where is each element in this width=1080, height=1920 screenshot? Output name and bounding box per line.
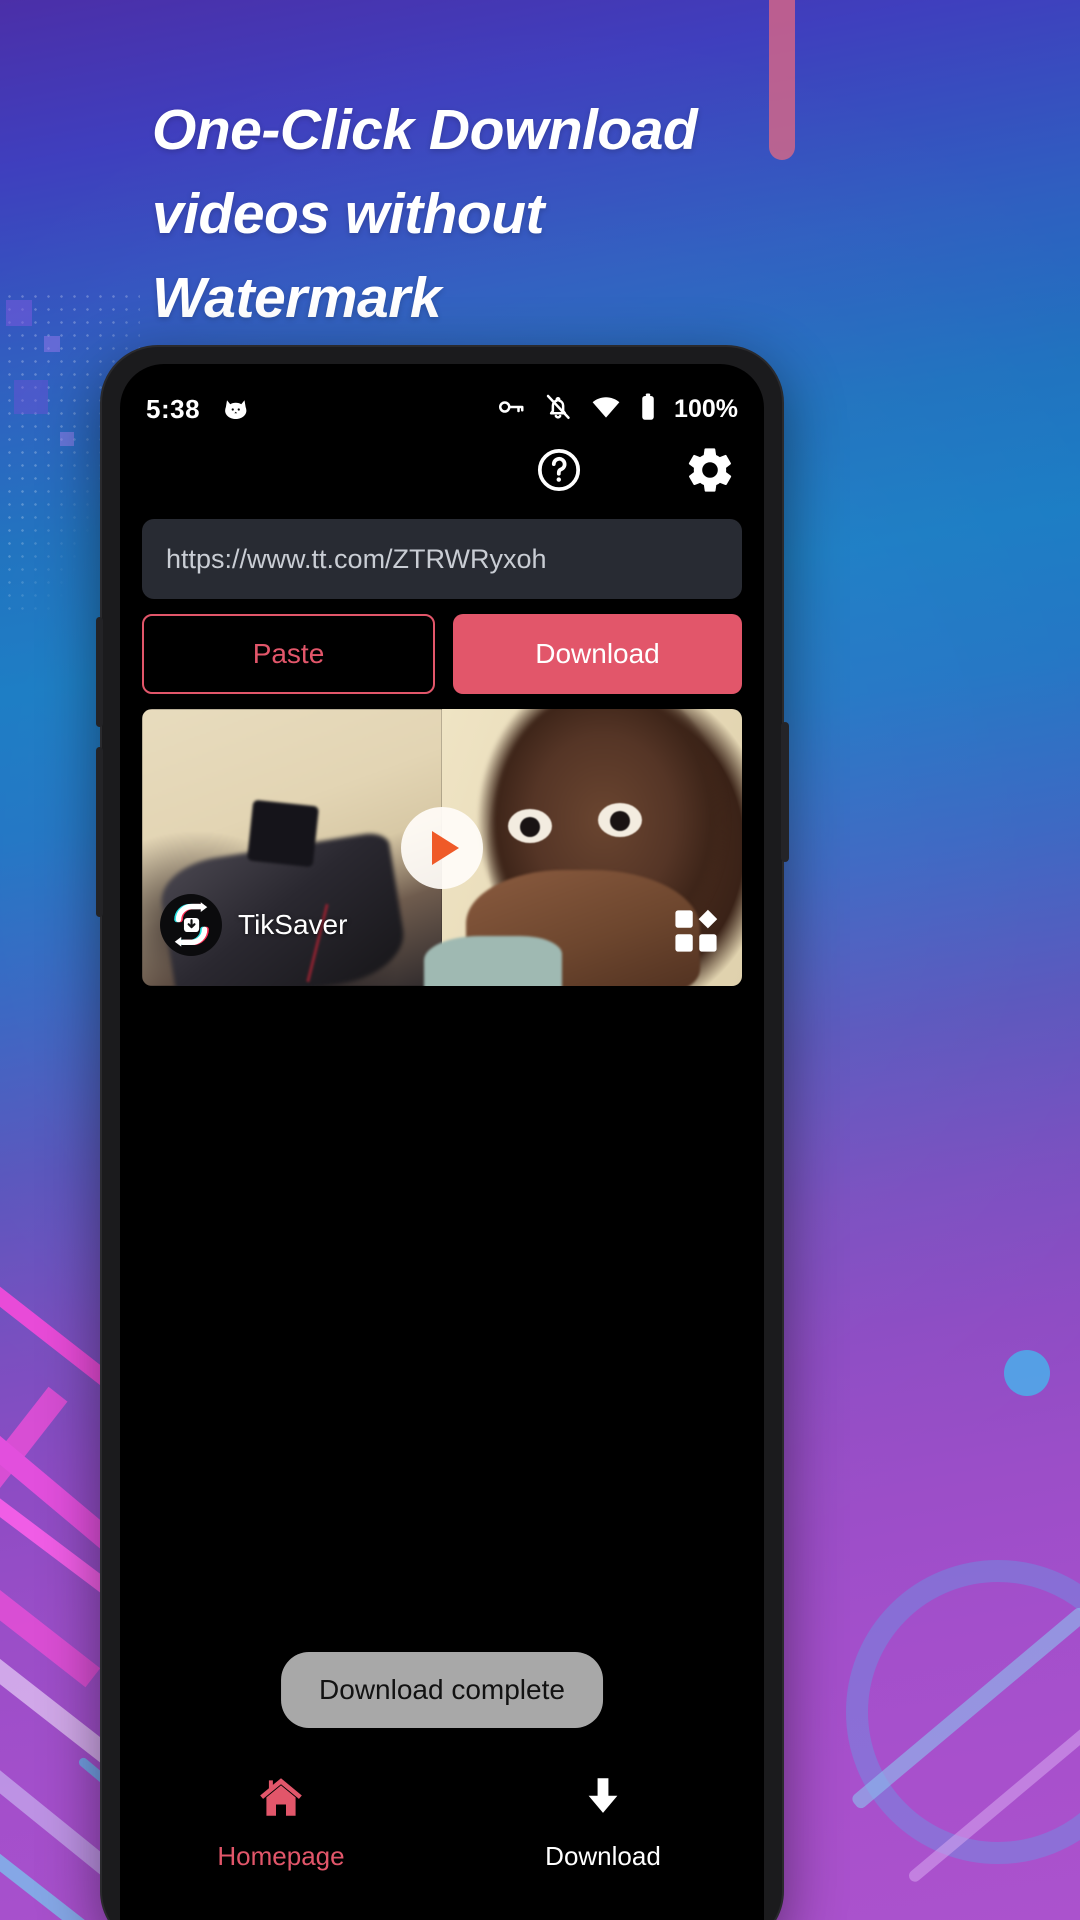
cat-icon [222, 394, 252, 424]
video-face-blur [598, 803, 642, 838]
phone-mockup: 5:38 100% https://www.tt.com/ZTRWRyxoh P… [96, 345, 789, 1920]
headline-line-1: One-Click Download [152, 98, 698, 162]
key-icon [496, 392, 526, 427]
nav-label-homepage: Homepage [217, 1841, 345, 1871]
watermark: TikSaver [160, 894, 347, 956]
decorative-square [44, 336, 60, 352]
nav-item-download[interactable]: Download [442, 1772, 764, 1872]
play-icon[interactable] [401, 806, 483, 889]
battery-icon [639, 392, 657, 427]
power-button[interactable] [781, 722, 789, 862]
status-bar-time: 5:38 [146, 393, 201, 424]
url-input[interactable]: https://www.tt.com/ZTRWRyxoh [142, 519, 742, 599]
battery-percent-label: 100% [674, 394, 738, 423]
help-circle-icon[interactable] [534, 445, 584, 500]
phone-screen: 5:38 100% https://www.tt.com/ZTRWRyxoh P… [120, 364, 764, 1920]
video-object-blur [246, 799, 320, 868]
download-button[interactable]: Download [453, 614, 742, 694]
home-icon [254, 1772, 308, 1827]
headline-line-3: Watermark [152, 266, 442, 330]
headline-line-2: videos without [152, 182, 545, 246]
notifications-off-icon [543, 392, 573, 427]
nav-item-homepage[interactable]: Homepage [120, 1772, 442, 1872]
decorative-square [60, 432, 74, 446]
bottom-navigation: Homepage Download [120, 1757, 764, 1887]
video-shirt-blur [424, 936, 562, 986]
wifi-icon [590, 392, 622, 427]
status-bar: 5:38 100% [120, 384, 764, 434]
paste-button[interactable]: Paste [142, 614, 435, 694]
status-bar-icons: 100% [496, 392, 738, 427]
screenshot-root: One-Click Download videos without Waterm… [0, 0, 1080, 1920]
video-face-blur [508, 808, 552, 843]
app-top-bar [120, 436, 764, 508]
watermark-label: TikSaver [238, 909, 348, 940]
download-arrow-icon [578, 1772, 628, 1827]
tiksaver-logo-icon [160, 894, 222, 956]
action-buttons-row: Paste Download [142, 614, 742, 694]
decorative-circle [1004, 1350, 1050, 1396]
decorative-square [14, 380, 48, 414]
promo-headline: One-Click Download videos without Waterm… [152, 88, 832, 340]
url-input-value[interactable]: https://www.tt.com/ZTRWRyxoh [166, 544, 547, 575]
gear-icon[interactable] [684, 444, 736, 501]
nav-label-download: Download [545, 1841, 661, 1871]
toast-message: Download complete [281, 1652, 603, 1728]
video-preview-card[interactable]: TikSaver [142, 709, 742, 986]
volume-up-button[interactable] [96, 617, 103, 727]
grid-icon[interactable] [670, 905, 722, 962]
volume-down-button[interactable] [96, 747, 103, 917]
decorative-square [6, 300, 32, 326]
